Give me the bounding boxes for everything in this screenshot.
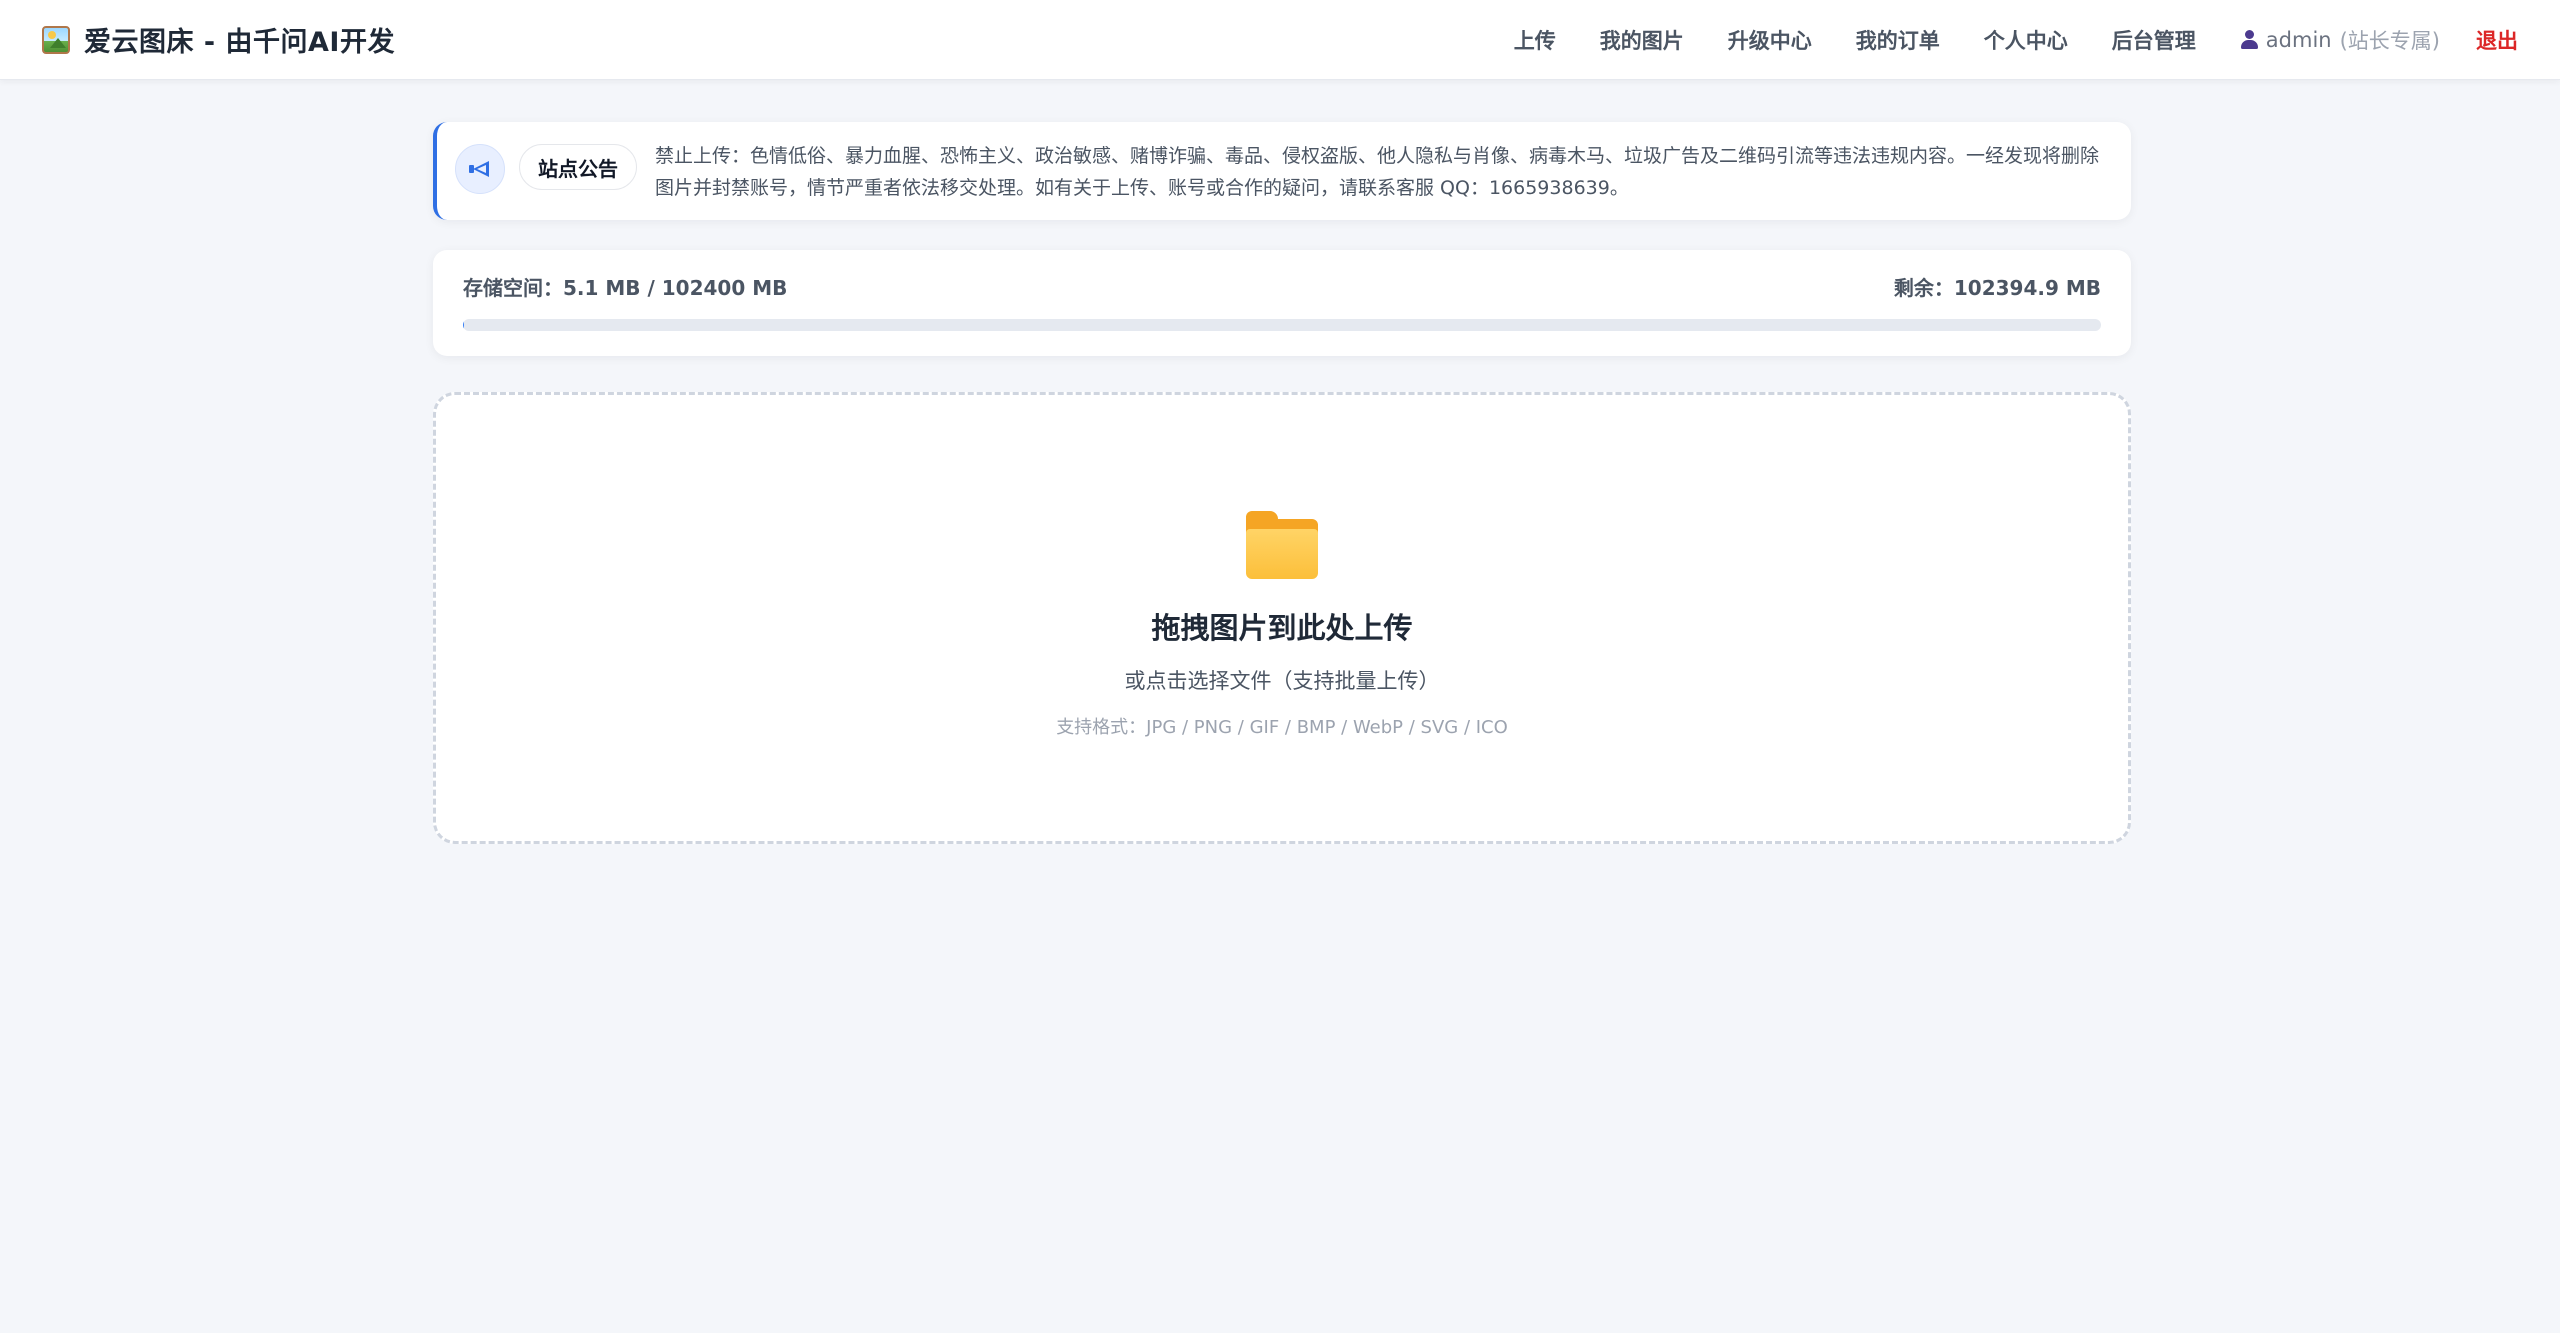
dropzone-title: 拖拽图片到此处上传: [1151, 611, 1413, 645]
storage-used: 存储空间：5.1 MB / 102400 MB: [463, 276, 788, 300]
supported-formats: 支持格式：JPG / PNG / GIF / BMP / WebP / SVG …: [1056, 717, 1508, 738]
megaphone-icon: [455, 144, 505, 194]
nav-upload[interactable]: 上传: [1514, 25, 1556, 55]
notice-text: 禁止上传：色情低俗、暴力血腥、恐怖主义、政治敏感、赌博诈骗、毒品、侵权盗版、他人…: [655, 145, 2100, 199]
logout-button[interactable]: 退出: [2476, 25, 2518, 55]
nav-admin[interactable]: 后台管理: [2112, 25, 2196, 55]
nav-upgrade-center[interactable]: 升级中心: [1728, 25, 1812, 55]
brand[interactable]: 爱云图床 - 由千问AI开发: [42, 0, 395, 80]
user-role: (站长专属): [2339, 28, 2440, 53]
upload-dropzone[interactable]: 拖拽图片到此处上传 或点击选择文件（支持批量上传） 支持格式：JPG / PNG…: [433, 392, 2131, 844]
nav-profile[interactable]: 个人中心: [1984, 25, 2068, 55]
site-notice: 站点公告 禁止上传：色情低俗、暴力血腥、恐怖主义、政治敏感、赌博诈骗、毒品、侵权…: [433, 122, 2131, 220]
user-name: admin: [2265, 27, 2332, 52]
storage-progress-bar: [463, 319, 2101, 331]
storage-remaining: 剩余：102394.9 MB: [1893, 276, 2101, 300]
storage-card: 存储空间：5.1 MB / 102400 MB 剩余：102394.9 MB: [433, 250, 2131, 356]
nav-my-images[interactable]: 我的图片: [1600, 25, 1684, 55]
main-nav: 上传 我的图片 升级中心 我的订单 个人中心 后台管理 admin (站长专属)…: [1470, 0, 2518, 80]
dropzone-subtitle: 或点击选择文件（支持批量上传）: [1124, 669, 1440, 693]
folder-icon: [1246, 511, 1318, 579]
user-icon: [2240, 29, 2258, 50]
main-content: 站点公告 禁止上传：色情低俗、暴力血腥、恐怖主义、政治敏感、赌博诈骗、毒品、侵权…: [433, 122, 2131, 844]
picture-icon: [42, 25, 70, 54]
notice-badge: 站点公告: [519, 144, 637, 190]
brand-title: 爱云图床 - 由千问AI开发: [84, 27, 395, 58]
nav-my-orders[interactable]: 我的订单: [1856, 25, 1940, 55]
current-user[interactable]: admin (站长专属): [2240, 25, 2440, 55]
top-nav-bar: 爱云图床 - 由千问AI开发 上传 我的图片 升级中心 我的订单 个人中心 后台…: [0, 0, 2560, 80]
